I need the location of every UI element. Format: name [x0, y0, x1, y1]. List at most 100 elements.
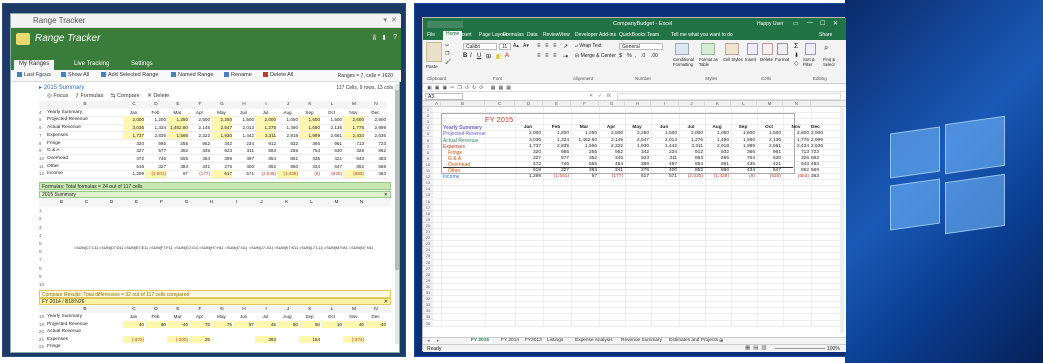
show-all-button[interactable]: Show All	[61, 72, 89, 78]
column-header-K[interactable]: K	[705, 101, 731, 107]
sort-filter-icon[interactable]	[805, 43, 816, 55]
compare-close-icon[interactable]: ✕	[384, 299, 388, 305]
named-range-button[interactable]: Named Range	[171, 72, 213, 78]
tab-my-ranges[interactable]: My Ranges	[14, 60, 55, 70]
cell-value[interactable]: 87	[233, 320, 254, 329]
fill-color-icon[interactable]: ◧	[496, 53, 502, 60]
formula-cell[interactable]: =SUM(I7:I11)	[224, 246, 248, 251]
cell-value[interactable]: 10	[321, 320, 342, 329]
minimize-icon[interactable]: —	[807, 20, 813, 26]
formula-cell[interactable]: =SUM(J7:J11)	[249, 246, 273, 251]
download-icon[interactable]: ⬇	[381, 34, 387, 42]
italic-button[interactable]: I	[470, 53, 472, 59]
ribbon-tab-view[interactable]: View	[559, 32, 570, 38]
align-top-icon[interactable]: ≡	[537, 43, 541, 49]
formula-cell[interactable]: =SUM(H7:H11)	[199, 246, 223, 251]
merge-center-button[interactable]: ⊟ Merge & Center	[575, 53, 616, 59]
format-table-icon[interactable]	[701, 43, 715, 55]
orientation-icon[interactable]: ↗	[563, 43, 568, 50]
column-header-N[interactable]: N	[783, 101, 811, 107]
cell-styles-icon[interactable]	[725, 43, 739, 55]
format-cells-icon[interactable]	[777, 43, 788, 55]
help-icon[interactable]: ?	[393, 34, 397, 41]
pane-dropdown-icon[interactable]: ▾	[383, 16, 387, 24]
user-name[interactable]: Happy User	[757, 21, 783, 27]
column-header-L[interactable]: L	[731, 101, 757, 107]
cell-value[interactable]: 60	[277, 320, 298, 329]
indent-icon[interactable]: ⇥	[563, 53, 568, 60]
tab-settings[interactable]: Settings	[126, 60, 158, 70]
align-right-icon[interactable]: ≡	[553, 53, 557, 59]
cell-value[interactable]: 40	[123, 320, 144, 329]
cell-value[interactable]: (1,501)	[543, 174, 571, 180]
column-header-F[interactable]: F	[571, 101, 599, 107]
fill-icon[interactable]: ⬇	[794, 52, 799, 59]
cell-value[interactable]: Feb	[145, 313, 166, 320]
rename-button[interactable]: Rename	[224, 72, 252, 78]
accounting-icon[interactable]: $	[619, 53, 622, 59]
qat-icons[interactable]: ▣▣▣✂❐↺↻⟳ ▦▦▦	[427, 85, 514, 91]
formula-cell[interactable]: =SUM(L7:L11)	[299, 246, 323, 251]
cell-value[interactable]: -40	[167, 320, 188, 329]
pane-scrollbar[interactable]	[395, 84, 399, 344]
formula-cell[interactable]: =SUM(K7:K11)	[274, 246, 298, 251]
cell-value[interactable]: 154	[299, 335, 320, 343]
delete-action[interactable]: ✕ Delete	[147, 93, 169, 99]
cancel-formula-icon[interactable]: ✕	[589, 93, 593, 99]
share-button[interactable]: Share	[819, 32, 832, 38]
vertical-scrollbar[interactable]	[840, 107, 844, 333]
align-bottom-icon[interactable]: ≡	[553, 43, 557, 49]
ribbon-tab-file[interactable]: File	[427, 32, 435, 38]
column-header-B[interactable]: B	[441, 101, 485, 107]
cell-value[interactable]: 50	[299, 320, 320, 329]
shrink-font-icon[interactable]: A▾	[523, 43, 529, 49]
cell-value[interactable]: -40	[365, 320, 386, 329]
cell-value[interactable]: Jun	[233, 313, 254, 320]
grow-font-icon[interactable]: A▴	[513, 43, 519, 49]
ribbon-tab-team[interactable]: Team	[647, 32, 659, 38]
cell-value[interactable]: Dec	[365, 313, 386, 320]
tab-live-tracking[interactable]: Live Tracking	[69, 60, 114, 70]
copy-icon[interactable]: ❐	[445, 51, 449, 57]
bold-button[interactable]: B	[463, 53, 467, 59]
formula-cell[interactable]: =SUM(G7:G11)	[174, 246, 198, 251]
delete-cells-icon[interactable]	[762, 43, 773, 55]
column-header-D[interactable]: D	[515, 101, 543, 107]
cell-value[interactable]: 363	[811, 174, 821, 180]
ribbon-tab-review[interactable]: Review	[543, 32, 559, 38]
column-header-H[interactable]: H	[625, 101, 651, 107]
cell-value[interactable]: (525)	[757, 174, 783, 180]
font-size-select[interactable]: 11	[499, 43, 511, 50]
cell-value[interactable]: (-372)	[123, 335, 144, 343]
cell-value[interactable]: Oct	[321, 313, 342, 320]
close-icon[interactable]: ✕	[833, 20, 838, 27]
cell-value[interactable]: 40	[343, 320, 364, 329]
align-left-icon[interactable]: ≡	[537, 53, 541, 59]
cell-value[interactable]: (2,035)	[679, 174, 705, 180]
cell-value[interactable]: 80	[145, 320, 166, 329]
cell-value[interactable]: Sep	[299, 313, 320, 320]
formulas-close-icon[interactable]: ✕	[384, 192, 388, 198]
search-icon[interactable]: ⌕	[39, 73, 43, 81]
column-header-E[interactable]: E	[543, 101, 571, 107]
column-header-G[interactable]: G	[599, 101, 625, 107]
last-focus-button[interactable]: Last Focus	[17, 72, 51, 78]
cell-value[interactable]: (9)	[731, 174, 757, 180]
ribbon-tab-developer[interactable]: Developer	[575, 32, 598, 38]
cell-value[interactable]: 617	[625, 174, 651, 180]
ribbon-tab-data[interactable]: Data	[527, 32, 538, 38]
cell-value[interactable]: 1,299	[515, 174, 543, 180]
borders-icon[interactable]: ⊞	[486, 53, 491, 60]
cell-value[interactable]: May	[211, 313, 232, 320]
pane-close-icon[interactable]: ✕	[391, 16, 397, 24]
number-format-select[interactable]: General	[619, 43, 663, 50]
cell-value[interactable]: (683)	[783, 174, 811, 180]
underline-button[interactable]: U	[477, 53, 481, 59]
column-header-C[interactable]: C	[485, 101, 515, 107]
formulas-action[interactable]: ƒ Formulas	[76, 93, 104, 99]
formula-cell[interactable]: =SUM(D7:D11)	[99, 246, 123, 251]
formula-cell[interactable]: =SUM(E7:E11)	[124, 246, 148, 251]
column-header-J[interactable]: J	[679, 101, 705, 107]
summary-title[interactable]: ▸ 2015 Summary	[39, 84, 84, 91]
cell-value[interactable]: (-374)	[343, 335, 364, 343]
